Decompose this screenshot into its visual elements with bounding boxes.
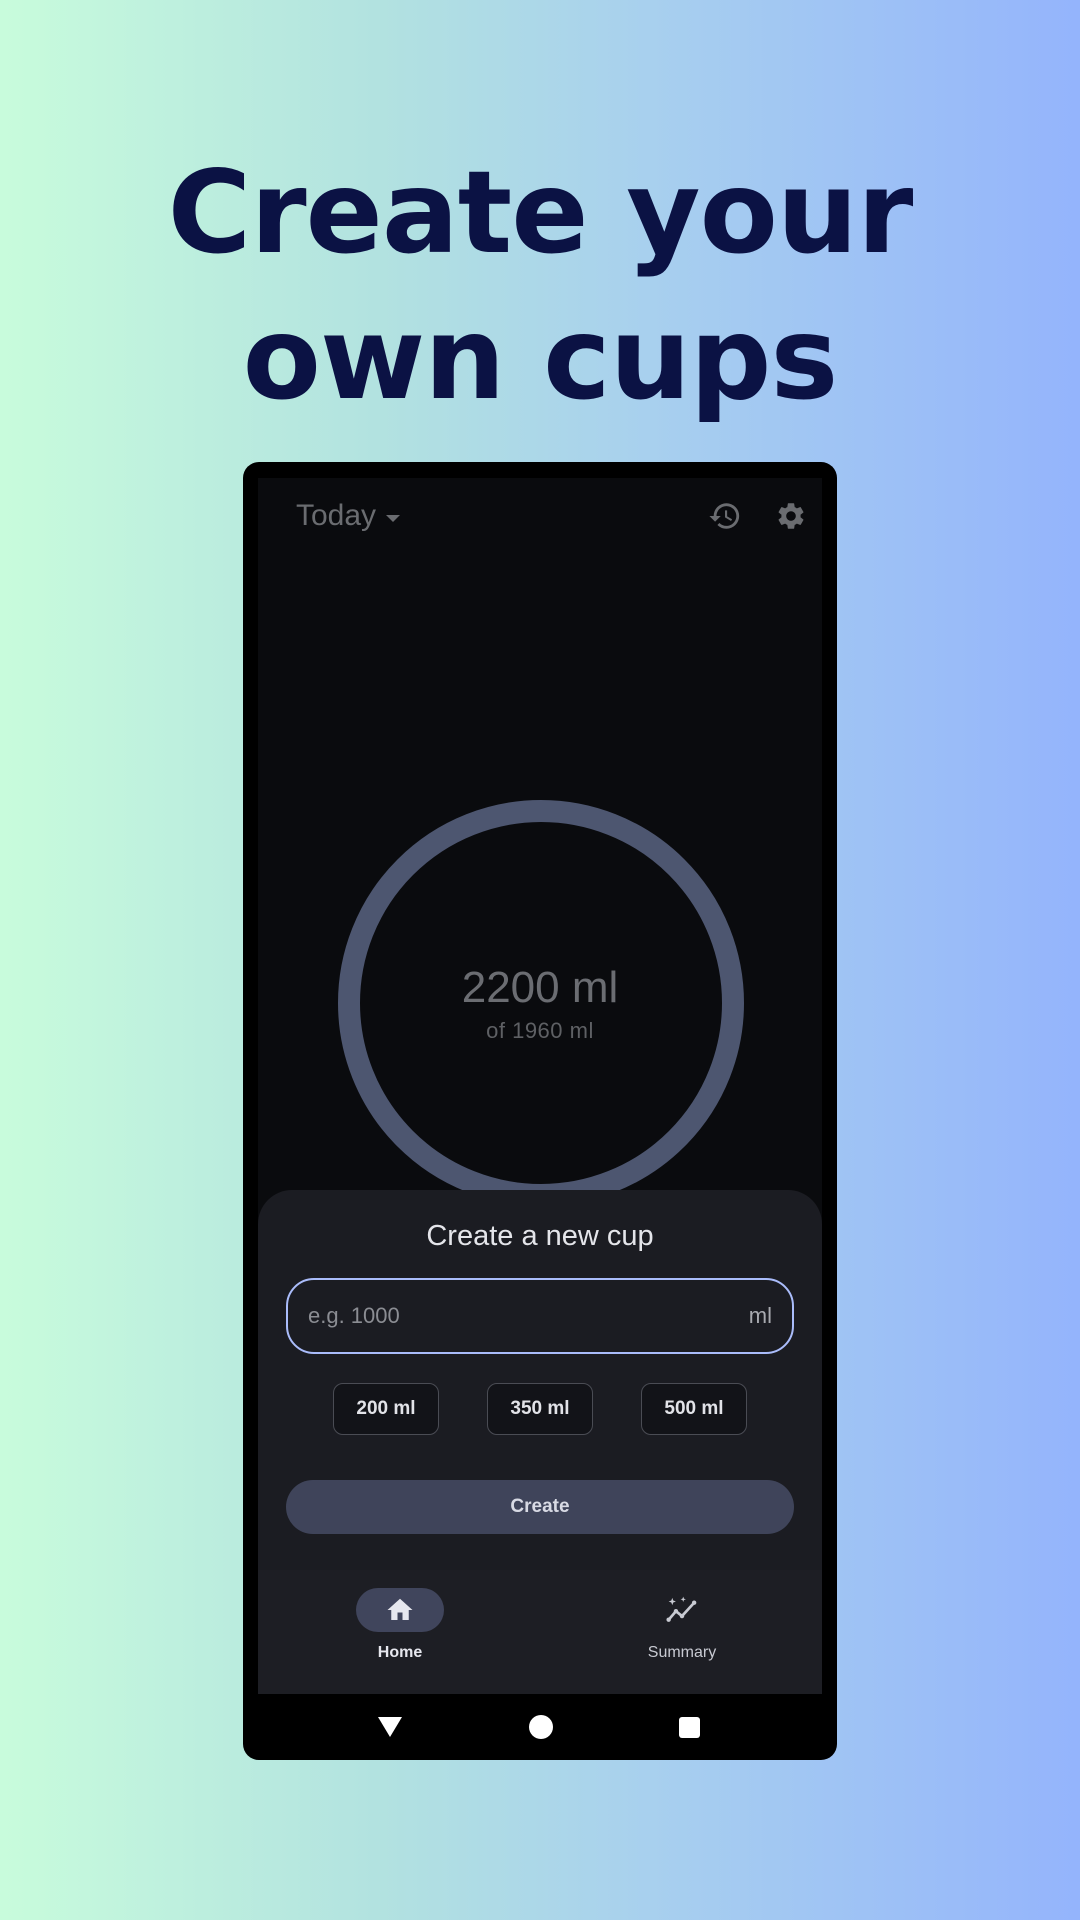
unit-suffix: ml bbox=[748, 1303, 772, 1328]
headline-line-2: own cups bbox=[242, 292, 839, 425]
sheet-title: Create a new cup bbox=[426, 1220, 654, 1252]
gear-icon bbox=[778, 503, 804, 529]
intake-value: 2200 ml bbox=[461, 963, 619, 1012]
home-icon bbox=[387, 1598, 413, 1620]
headline-line-1: Create your bbox=[167, 146, 914, 279]
recents-square-icon[interactable] bbox=[679, 1716, 700, 1738]
phone-frame: Today 2200 ml of 1960 ml Create a new cu… bbox=[243, 462, 837, 1760]
app-screen: Today 2200 ml of 1960 ml Create a new cu… bbox=[258, 478, 822, 1694]
nav-label-home: Home bbox=[377, 1644, 423, 1661]
bottom-navigation: Home Summary bbox=[258, 1570, 822, 1694]
history-button[interactable] bbox=[707, 498, 743, 534]
nav-item-home[interactable]: Home bbox=[300, 1588, 500, 1678]
summary-chart-icon bbox=[666, 1596, 697, 1622]
create-button[interactable]: Create bbox=[286, 1480, 794, 1534]
cup-size-field[interactable]: ml bbox=[286, 1278, 794, 1354]
nav-icon-container bbox=[638, 1588, 726, 1632]
top-app-bar: Today bbox=[258, 478, 822, 554]
date-filter-label: Today bbox=[296, 499, 377, 532]
system-navigation-bar bbox=[258, 1694, 822, 1760]
settings-button[interactable] bbox=[773, 498, 809, 534]
preset-chip-200[interactable]: 200 ml bbox=[333, 1383, 439, 1435]
nav-label-summary: Summary bbox=[647, 1644, 717, 1661]
date-filter-dropdown[interactable]: Today bbox=[296, 498, 401, 534]
nav-item-summary[interactable]: Summary bbox=[582, 1588, 782, 1678]
intake-goal: of 1960 ml bbox=[486, 1018, 594, 1043]
nav-active-indicator bbox=[356, 1588, 444, 1632]
preset-chips: 200 ml 350 ml 500 ml bbox=[258, 1383, 822, 1435]
headline: Create your own cups bbox=[0, 140, 1080, 432]
create-cup-sheet: Create a new cup ml 200 ml 350 ml 500 ml… bbox=[258, 1190, 822, 1570]
preset-chip-500[interactable]: 500 ml bbox=[641, 1383, 747, 1435]
history-icon bbox=[709, 503, 740, 529]
back-triangle-icon[interactable] bbox=[378, 1717, 402, 1737]
cup-size-input[interactable] bbox=[308, 1303, 749, 1329]
preset-chip-350[interactable]: 350 ml bbox=[487, 1383, 593, 1435]
dropdown-caret-icon bbox=[386, 514, 401, 522]
home-circle-icon[interactable] bbox=[528, 1715, 553, 1739]
